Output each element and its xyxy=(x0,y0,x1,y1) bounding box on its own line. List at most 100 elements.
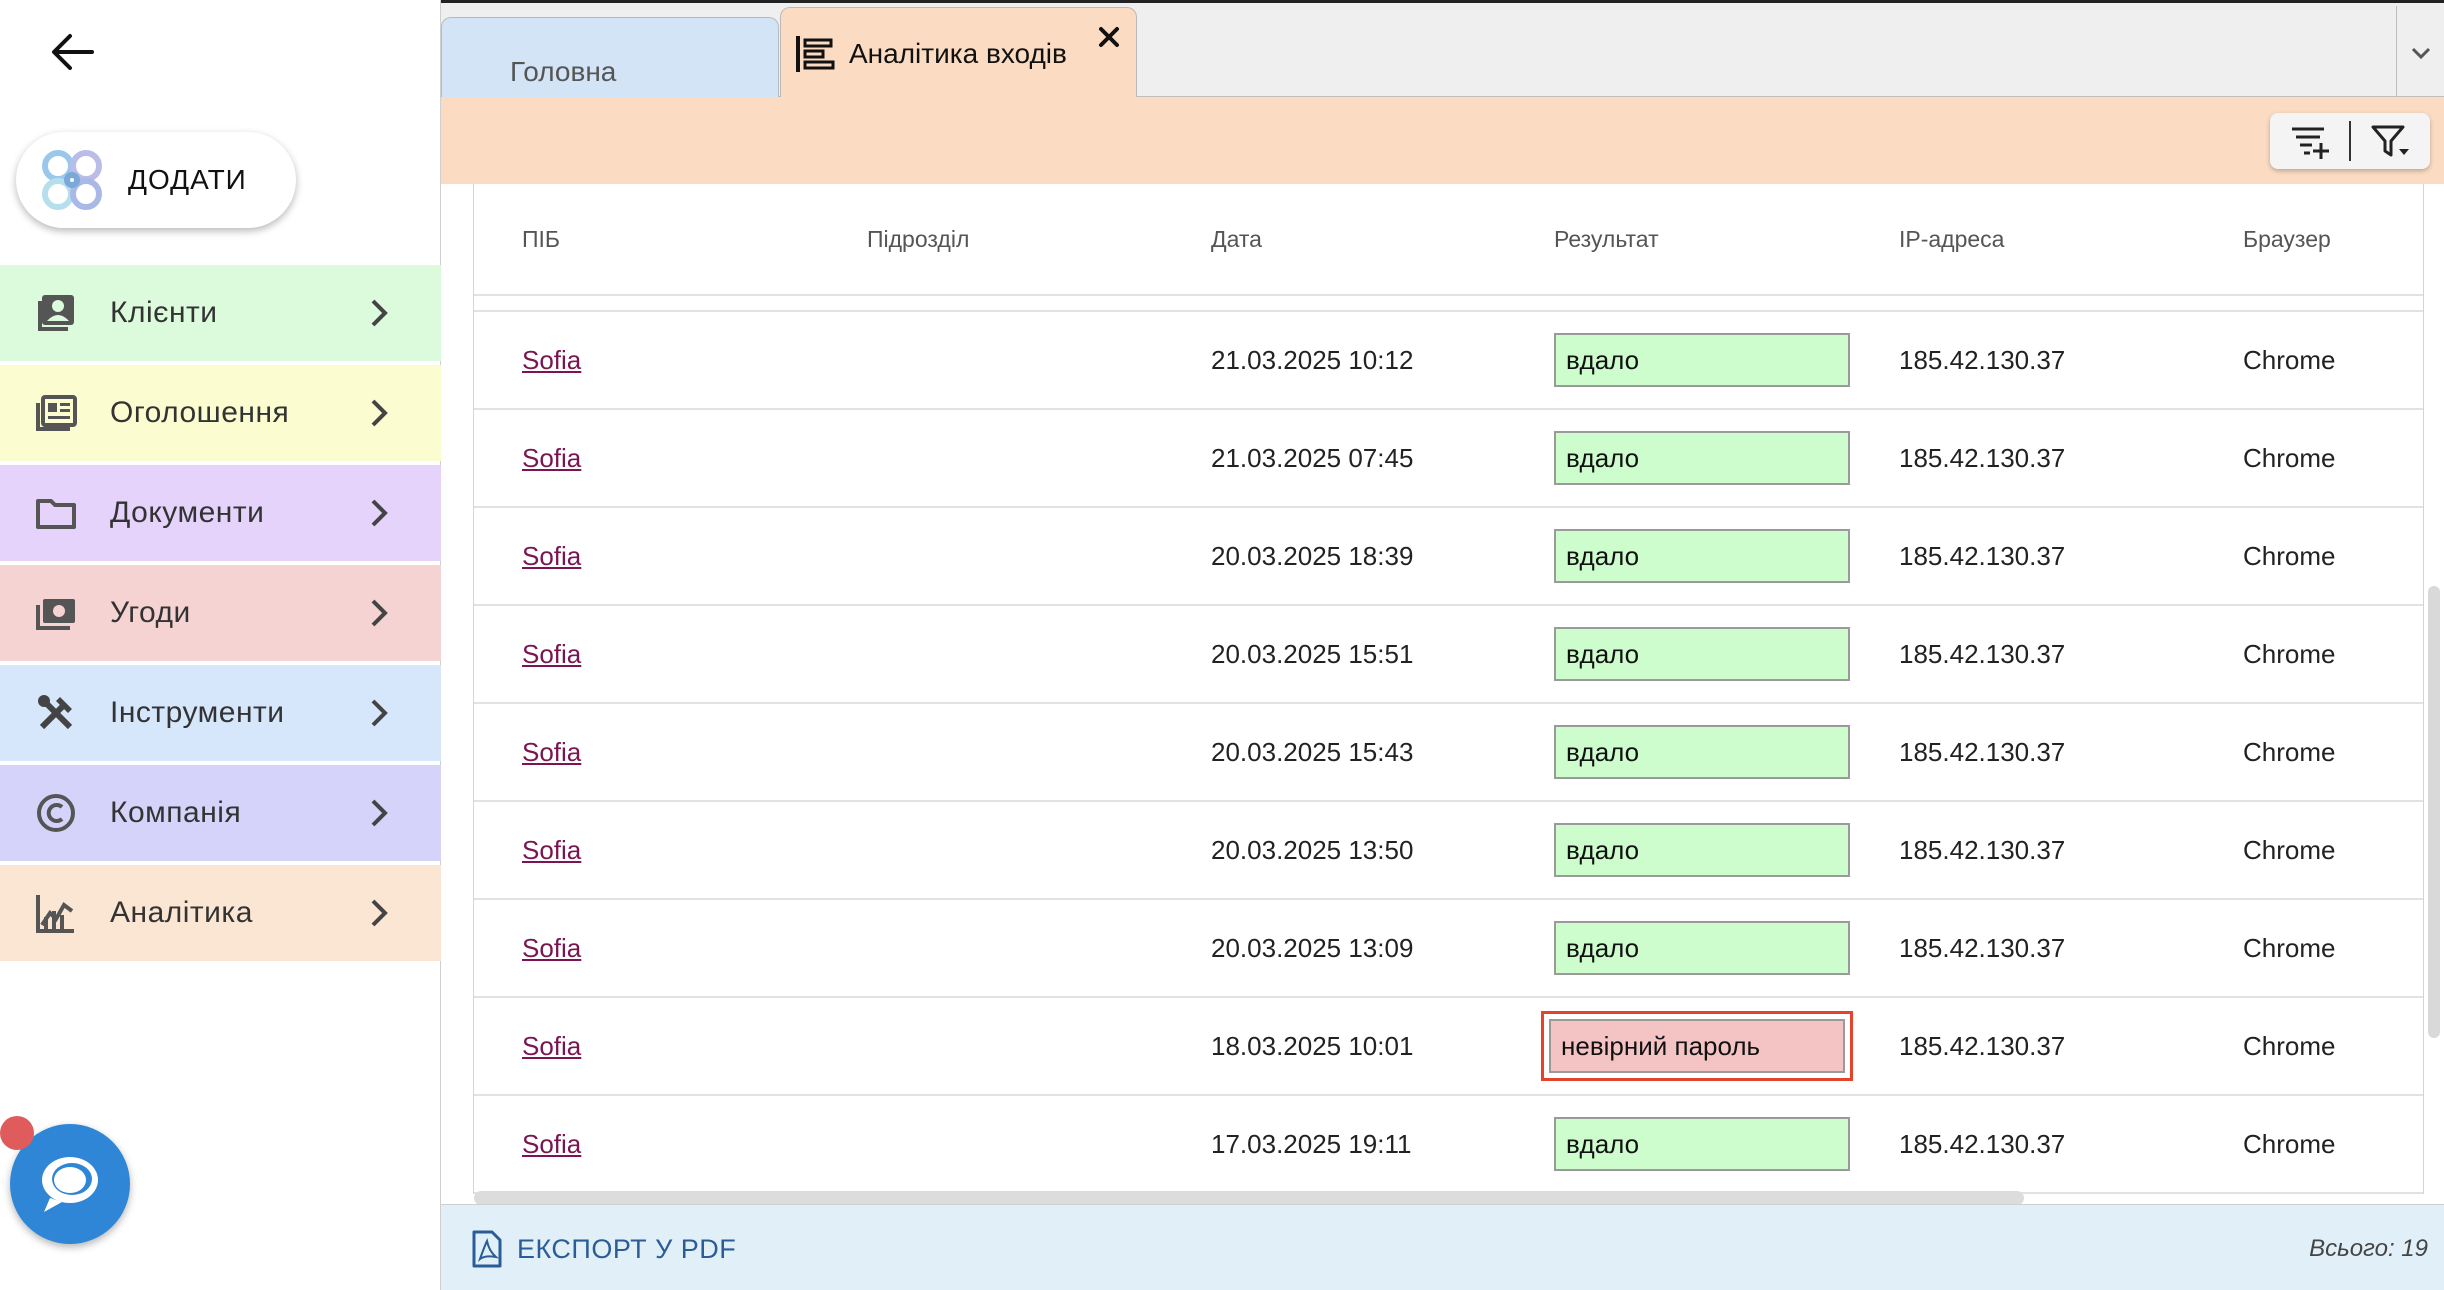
cell-ip: 185.42.130.37 xyxy=(1899,932,2066,963)
cell-date: 20.03.2025 13:09 xyxy=(1211,932,1414,963)
sidebar-item-label: Документи xyxy=(110,496,265,529)
table-row: Sofia 20.03.2025 13:50 вдало 185.42.130.37 C… xyxy=(474,802,2423,900)
add-button-label: ДОДАТИ xyxy=(128,164,247,195)
cell-result: вдало xyxy=(1554,802,1850,898)
user-link[interactable]: Sofia xyxy=(522,443,581,474)
tools-icon xyxy=(30,687,82,739)
cell-result: невірний пароль xyxy=(1541,998,1853,1094)
cell-ip: 185.42.130.37 xyxy=(1899,834,2066,865)
cell-result: вдало xyxy=(1554,900,1850,996)
cell-date: 20.03.2025 15:43 xyxy=(1211,736,1414,767)
table-row: Sofia 17.03.2025 19:11 вдало 185.42.130.37 C… xyxy=(474,1096,2423,1194)
cell-ip: 185.42.130.37 xyxy=(1899,540,2066,571)
user-link[interactable]: Sofia xyxy=(522,345,581,376)
add-button[interactable]: ДОДАТИ xyxy=(16,132,296,228)
newspaper-icon xyxy=(30,387,82,439)
sidebar-item-label: Аналітика xyxy=(110,896,253,929)
table-row: Sofia 20.03.2025 18:39 вдало 185.42.130.37 C… xyxy=(474,508,2423,606)
user-link[interactable]: Sofia xyxy=(522,639,581,670)
app-root: ДОДАТИ Клієнти Оголошення Документи Угод… xyxy=(0,0,2444,1290)
cell-name: Sofia xyxy=(522,1096,581,1192)
footer: ЕКСПОРТ У PDF Всього: 19 xyxy=(441,1204,2444,1290)
table-spacer xyxy=(474,296,2423,312)
tab-login-analytics[interactable]: Аналітика входів xyxy=(780,7,1137,101)
sidebar-item-clients[interactable]: Клієнти xyxy=(0,265,441,361)
result-badge: вдало xyxy=(1554,823,1850,877)
cell-browser: Chrome xyxy=(2243,1128,2336,1159)
logo-icon xyxy=(42,150,102,210)
add-filter-button[interactable] xyxy=(2270,113,2349,169)
cell-name: Sofia xyxy=(522,312,581,408)
pdf-icon xyxy=(472,1230,502,1268)
cell-result: вдало xyxy=(1554,1096,1850,1192)
table-row: Sofia 18.03.2025 10:01 невірний пароль 185.… xyxy=(474,998,2423,1096)
cell-ip: 185.42.130.37 xyxy=(1899,638,2066,669)
cell-ip: 185.42.130.37 xyxy=(1899,1030,2066,1061)
analytics-icon xyxy=(30,887,82,939)
column-header-name[interactable]: ПІБ xyxy=(522,226,560,253)
sidebar-item-ads[interactable]: Оголошення xyxy=(0,365,441,461)
export-pdf-label: ЕКСПОРТ У PDF xyxy=(517,1233,737,1264)
sidebar-item-company[interactable]: Компанія xyxy=(0,765,441,861)
user-link[interactable]: Sofia xyxy=(522,737,581,768)
column-header-department[interactable]: Підрозділ xyxy=(867,226,969,253)
cell-name: Sofia xyxy=(522,410,581,506)
chevron-right-icon xyxy=(371,699,388,727)
vertical-scrollbar[interactable] xyxy=(2428,586,2440,1038)
chat-icon xyxy=(42,1157,98,1212)
chevron-right-icon xyxy=(371,899,388,927)
cell-ip: 185.42.130.37 xyxy=(1899,736,2066,767)
result-badge: вдало xyxy=(1554,431,1850,485)
cell-result: вдало xyxy=(1554,410,1850,506)
chevron-right-icon xyxy=(371,799,388,827)
tabs-dropdown-button[interactable] xyxy=(2396,6,2444,100)
sidebar-item-deals[interactable]: Угоди xyxy=(0,565,441,661)
sidebar-item-label: Компанія xyxy=(110,796,242,829)
column-header-result[interactable]: Результат xyxy=(1554,226,1659,253)
result-badge: вдало xyxy=(1554,1117,1850,1171)
sidebar-item-analytics[interactable]: Аналітика xyxy=(0,865,441,961)
column-header-date[interactable]: Дата xyxy=(1211,226,1262,253)
filter-menu-button[interactable] xyxy=(2351,113,2430,169)
arrow-left-icon xyxy=(52,34,94,70)
cell-browser: Chrome xyxy=(2243,540,2336,571)
column-header-ip[interactable]: IP-адреса xyxy=(1899,226,2004,253)
cell-name: Sofia xyxy=(522,606,581,702)
tab-label: Головна xyxy=(510,56,617,87)
cell-result: вдало xyxy=(1554,704,1850,800)
cell-date: 17.03.2025 19:11 xyxy=(1211,1128,1412,1159)
sidebar-item-documents[interactable]: Документи xyxy=(0,465,441,561)
cell-name: Sofia xyxy=(522,508,581,604)
user-link[interactable]: Sofia xyxy=(522,933,581,964)
user-link[interactable]: Sofia xyxy=(522,541,581,572)
user-link[interactable]: Sofia xyxy=(522,1129,581,1160)
tab-home[interactable]: Головна xyxy=(441,17,779,100)
cell-date: 18.03.2025 10:01 xyxy=(1211,1030,1414,1061)
horizontal-scrollbar[interactable] xyxy=(474,1191,2024,1205)
sidebar-item-tools[interactable]: Інструменти xyxy=(0,665,441,761)
sidebar-item-label: Інструменти xyxy=(110,696,285,729)
total-count: Всього: 19 xyxy=(2309,1235,2428,1262)
user-link[interactable]: Sofia xyxy=(522,835,581,866)
cell-date: 20.03.2025 13:50 xyxy=(1211,834,1414,865)
result-badge: вдало xyxy=(1554,725,1850,779)
user-link[interactable]: Sofia xyxy=(522,1031,581,1062)
cell-browser: Chrome xyxy=(2243,442,2336,473)
logins-table: ПІБ Підрозділ Дата Результат IP-адреса Б… xyxy=(473,184,2423,1194)
close-icon[interactable] xyxy=(1096,24,1122,50)
cell-ip: 185.42.130.37 xyxy=(1899,344,2066,375)
result-badge: вдало xyxy=(1554,529,1850,583)
sidebar-menu: Клієнти Оголошення Документи Угоди Інстр… xyxy=(0,265,441,965)
chevron-right-icon xyxy=(371,499,388,527)
table-row: Sofia 20.03.2025 15:51 вдало 185.42.130.37 C… xyxy=(474,606,2423,704)
sidebar-item-label: Клієнти xyxy=(110,296,218,329)
column-header-browser[interactable]: Браузер xyxy=(2243,226,2331,253)
sidebar-item-label: Оголошення xyxy=(110,396,290,429)
table-row: Sofia 20.03.2025 15:43 вдало 185.42.130.37 C… xyxy=(474,704,2423,802)
cell-date: 20.03.2025 15:51 xyxy=(1211,638,1414,669)
cell-browser: Chrome xyxy=(2243,638,2336,669)
export-pdf-button[interactable]: ЕКСПОРТ У PDF xyxy=(471,1227,736,1271)
back-button[interactable] xyxy=(44,28,100,76)
cell-result: вдало xyxy=(1554,508,1850,604)
highlight-frame: невірний пароль xyxy=(1541,1011,1853,1081)
